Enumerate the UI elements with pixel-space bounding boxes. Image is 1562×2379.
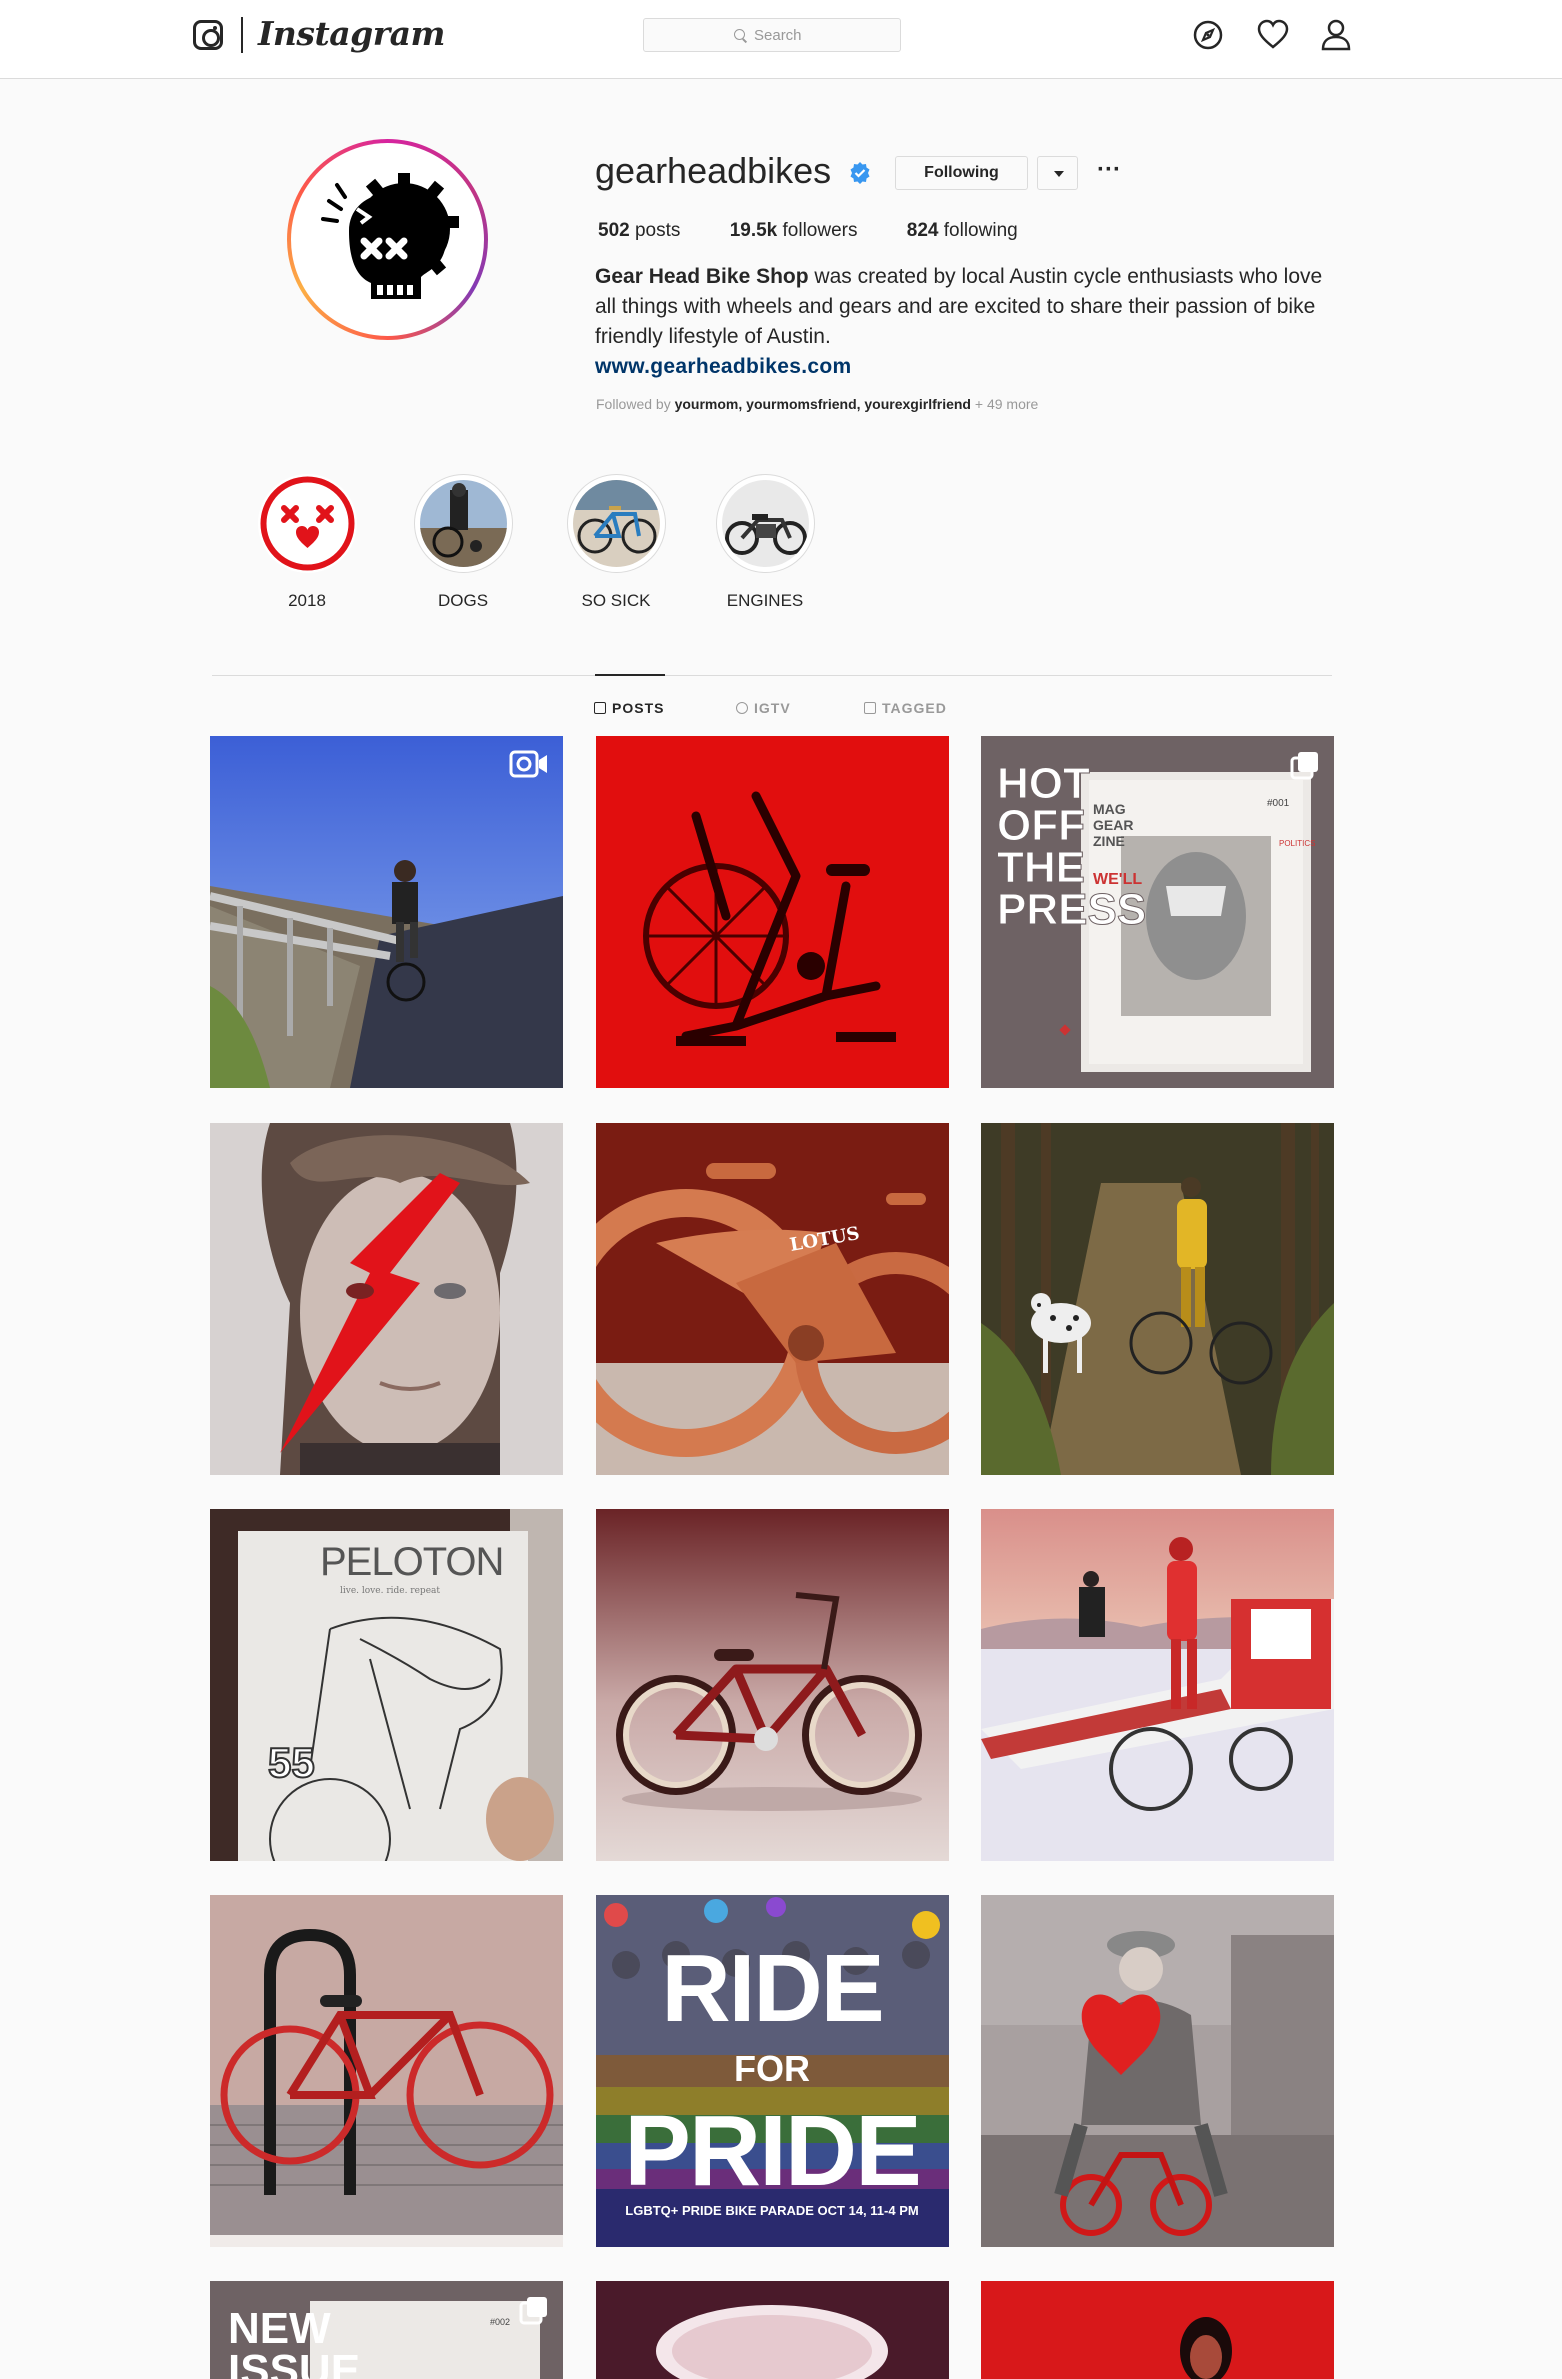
carousel-badge-icon: [519, 2297, 547, 2325]
peloton-subtitle: live. love. ride. repeat: [340, 1586, 440, 1596]
top-navigation-bar: Instagram Search: [0, 0, 1562, 79]
activity-heart-icon[interactable]: [1255, 17, 1291, 53]
video-badge-icon: [509, 750, 547, 778]
post-cyclist-dalmatian[interactable]: [981, 1123, 1334, 1475]
explore-compass-icon[interactable]: [1190, 17, 1226, 53]
carousel-badge-icon: [1290, 752, 1318, 780]
svg-text:#002: #002: [490, 2317, 510, 2327]
svg-text:GEAR: GEAR: [1093, 817, 1133, 833]
svg-text:#001: #001: [1267, 798, 1290, 809]
post-red-portrait[interactable]: [981, 2281, 1334, 2379]
highlight-so-sick[interactable]: SO SICK: [541, 474, 691, 611]
suggested-dropdown-button[interactable]: [1037, 156, 1078, 190]
post-ride-for-pride[interactable]: RIDE FOR PRIDE LGBTQ+ PRIDE BIKE PARADE …: [596, 1895, 949, 2247]
svg-text:POLITICS: POLITICS: [1279, 839, 1315, 848]
post-wooden-lotus-bike[interactable]: LOTUS: [596, 1123, 949, 1475]
grid-icon: [594, 702, 606, 714]
post-cyclist-bridge[interactable]: [210, 736, 563, 1088]
pride-line-pride: PRIDE: [624, 2095, 920, 2207]
instagram-logo[interactable]: Instagram: [258, 14, 445, 53]
instagram-camera-icon[interactable]: [193, 20, 223, 50]
x-eyes-face-icon: [260, 476, 354, 571]
pride-line-ride: RIDE: [661, 1935, 882, 2042]
search-placeholder: Search: [754, 27, 802, 44]
post-drink-cup[interactable]: [596, 2281, 949, 2379]
highlight-label: SO SICK: [581, 591, 651, 610]
website-link[interactable]: www.gearheadbikes.com: [595, 352, 1340, 382]
followed-by-prefix: Followed by: [596, 396, 675, 412]
search-input[interactable]: Search: [643, 18, 901, 52]
post-salt-flats-racer[interactable]: [981, 1509, 1334, 1861]
tab-posts[interactable]: POSTS: [594, 700, 664, 716]
peloton-title: PELOTON: [320, 1540, 503, 1584]
highlight-label: 2018: [288, 591, 326, 610]
pride-caption: LGBTQ+ PRIDE BIKE PARADE OCT 14, 11-4 PM: [625, 2203, 918, 2218]
gear-skull-logo: [321, 173, 459, 299]
post-air-bike[interactable]: [596, 736, 949, 1088]
peloton-number: 55: [268, 1739, 315, 1786]
pride-line-for: FOR: [734, 2048, 810, 2089]
profile-person-icon[interactable]: [1318, 17, 1354, 53]
stat-following[interactable]: 824 following: [907, 220, 1018, 241]
post-red-bike-rack[interactable]: [210, 1895, 563, 2247]
post-man-tiny-bike[interactable]: [981, 1895, 1334, 2247]
following-button[interactable]: Following: [895, 156, 1028, 190]
followed-by-more[interactable]: + 49 more: [971, 396, 1038, 412]
followed-by-line[interactable]: Followed by yourmom, yourmomsfriend, you…: [596, 396, 1038, 412]
highlight-dogs[interactable]: DOGS: [388, 474, 538, 611]
highlight-label: DOGS: [437, 591, 489, 610]
tab-tagged[interactable]: TAGGED: [864, 700, 947, 716]
new-issue-line-2: ISSUE: [228, 2346, 360, 2379]
dog-rider-thumb: [419, 480, 507, 567]
post-text-press: PRESS: [997, 885, 1146, 934]
motorbike-thumb: [721, 480, 809, 567]
post-hot-off-press[interactable]: #001 POLITICS MAG GEAR ZINE WE'LL HOT OF…: [981, 736, 1334, 1088]
post-red-cruiser[interactable]: [596, 1509, 949, 1861]
profile-bio: Gear Head Bike Shop was created by local…: [595, 262, 1340, 382]
profile-username: gearheadbikes: [595, 150, 832, 191]
stat-followers[interactable]: 19.5k followers: [730, 220, 858, 241]
profile-stats: 502 posts 19.5k followers 824 following: [598, 220, 1062, 242]
svg-text:ZINE: ZINE: [1093, 833, 1125, 849]
highlight-label: ENGINES: [726, 591, 804, 610]
post-peloton-magazine[interactable]: PELOTON live. love. ride. repeat 55: [210, 1509, 563, 1861]
followed-by-names[interactable]: yourmom, yourmomsfriend, yourexgirlfrien…: [675, 396, 971, 412]
stat-posts: 502 posts: [598, 220, 681, 241]
svg-text:MAG: MAG: [1093, 801, 1126, 817]
bike-thumb: [572, 480, 660, 567]
tab-igtv[interactable]: IGTV: [736, 700, 791, 716]
tagged-icon: [864, 702, 876, 714]
igtv-icon: [736, 702, 748, 714]
profile-avatar[interactable]: [287, 139, 488, 340]
more-options-icon[interactable]: ···: [1094, 158, 1124, 188]
tabs-divider: [212, 675, 1332, 676]
active-tab-indicator: [595, 674, 665, 676]
post-bowie-bolt[interactable]: [210, 1123, 563, 1475]
highlight-engines[interactable]: ENGINES: [690, 474, 840, 611]
verified-badge-icon: [850, 162, 870, 184]
search-icon: [734, 29, 745, 40]
nav-divider: [241, 17, 243, 53]
post-new-issue[interactable]: #002 NEW ISSUE: [210, 2281, 563, 2379]
bio-full-name: Gear Head Bike Shop: [595, 265, 809, 288]
highlight-2018[interactable]: 2018: [232, 474, 382, 611]
